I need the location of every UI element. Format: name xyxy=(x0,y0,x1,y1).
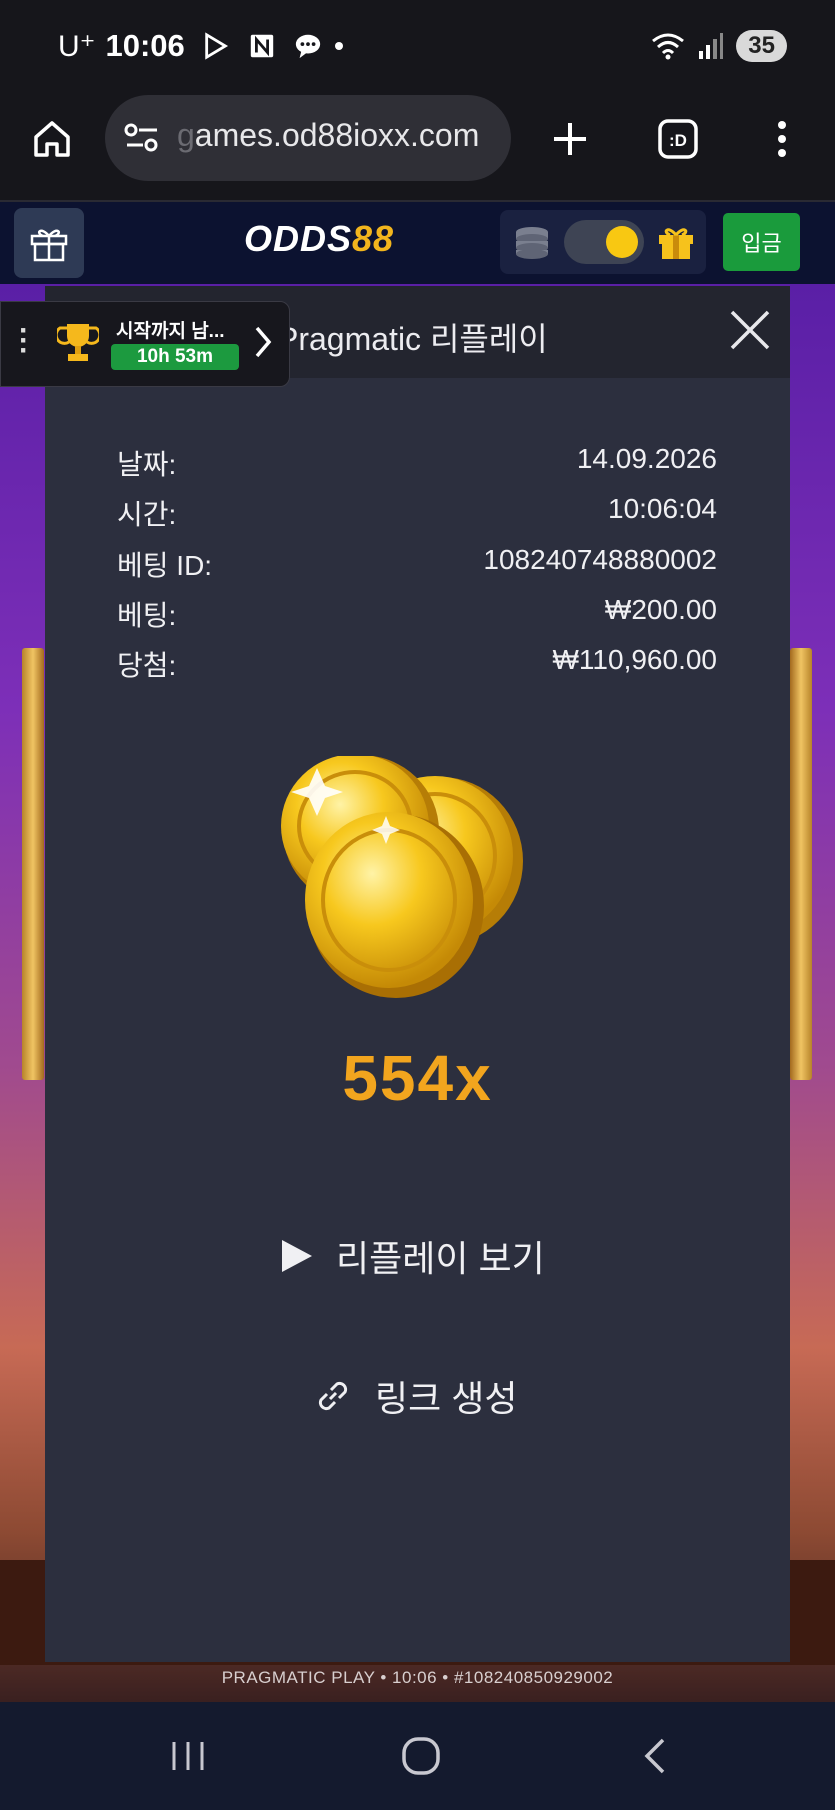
home-icon xyxy=(34,121,70,157)
time-label: 시간: xyxy=(117,499,177,530)
n-icon xyxy=(250,34,273,58)
home-circle-icon xyxy=(402,1737,440,1775)
info-row-bet-id: 베팅 ID: 108240748880002 xyxy=(117,544,717,584)
recent-apps-icon xyxy=(172,1742,204,1770)
back-icon xyxy=(644,1738,665,1774)
status-left: U⁺ 10:06 xyxy=(58,28,345,64)
dot-icon xyxy=(334,42,343,50)
coins-stack-icon[interactable] xyxy=(512,224,552,260)
home-nav-button[interactable] xyxy=(397,1732,445,1780)
link-icon xyxy=(318,1381,348,1411)
time-value: 10:06:04 xyxy=(608,493,717,524)
svg-text::D: :D xyxy=(669,131,687,150)
site-logo[interactable]: ODDS88 xyxy=(244,218,394,260)
url-text: games.od88ioxx.com xyxy=(177,117,507,154)
system-nav-bar xyxy=(0,1702,835,1810)
info-row-date: 날짜: 14.09.2026 xyxy=(117,443,717,483)
more-menu-button[interactable] xyxy=(758,115,806,163)
win-multiplier: 554x xyxy=(342,1042,493,1114)
back-nav-button[interactable] xyxy=(630,1732,678,1780)
more-icon xyxy=(778,121,786,157)
home-button[interactable] xyxy=(28,115,76,163)
site-settings-icon[interactable] xyxy=(123,119,161,157)
address-bar[interactable]: games.od88ioxx.com xyxy=(105,95,511,181)
tournament-timer: 10h 53m xyxy=(111,344,239,370)
chat-icon xyxy=(295,34,320,59)
replay-modal: Pragmatic 리플레이 날짜: 14.09.2026 시간: 10:06:… xyxy=(45,286,790,1662)
trophy-icon xyxy=(57,324,99,361)
bet-id-label: 베팅 ID: xyxy=(117,550,213,581)
modal-title: Pragmatic 리플레이 xyxy=(277,321,548,357)
deposit-button[interactable]: 입금 xyxy=(723,213,800,271)
wallet-panel xyxy=(500,210,706,274)
wifi-icon xyxy=(652,33,685,60)
game-reel-frame-right xyxy=(790,648,812,1080)
recent-apps-button[interactable] xyxy=(164,1732,212,1780)
url-faded-part: g xyxy=(177,117,195,153)
new-tab-button[interactable] xyxy=(546,115,594,163)
new-tab-icon xyxy=(554,123,586,155)
gold-coins-icon xyxy=(281,756,523,998)
logo-main: ODDS xyxy=(244,218,353,259)
play-icon xyxy=(282,1240,312,1272)
win-value: ₩110,960.00 xyxy=(552,644,718,675)
drag-handle-icon[interactable]: · · · xyxy=(19,316,29,366)
watch-replay-label: 리플레이 보기 xyxy=(336,1238,545,1279)
gift-outline-icon xyxy=(30,229,68,262)
chevron-right-icon[interactable] xyxy=(253,324,273,360)
status-bar: U⁺ 10:06 35 xyxy=(0,0,835,95)
info-row-win: 당첨: ₩110,960.00 xyxy=(117,644,717,684)
game-reel-frame-left xyxy=(22,648,44,1080)
tab-switcher-button[interactable]: :D xyxy=(654,115,702,163)
balance-toggle[interactable] xyxy=(564,220,644,264)
info-row-bet: 베팅: ₩200.00 xyxy=(117,594,717,634)
info-row-time: 시간: 10:06:04 xyxy=(117,493,717,533)
create-link-label: 링크 생성 xyxy=(375,1378,518,1419)
tournament-title: 시작까지 남... xyxy=(116,321,225,342)
game-footer-text: PRAGMATIC PLAY • 10:06 • #10824085092900… xyxy=(221,1668,614,1687)
tournament-widget[interactable]: · · · 시작까지 남... 10h 53m xyxy=(0,301,290,387)
play-store-icon xyxy=(205,32,228,60)
browser-toolbar: games.od88ioxx.com :D xyxy=(0,95,835,202)
site-header: ODDS88 입금 xyxy=(0,202,835,284)
signal-icon xyxy=(699,33,724,59)
url-main-part: ames.od88ioxx.com xyxy=(194,117,480,153)
carrier-label: U⁺ xyxy=(58,29,96,63)
gift-icon[interactable] xyxy=(656,222,696,262)
bet-value: ₩200.00 xyxy=(604,594,717,625)
date-label: 날짜: xyxy=(117,449,177,480)
toggle-knob xyxy=(606,226,638,258)
create-link-button[interactable]: 링크 생성 xyxy=(313,1366,517,1426)
logo-accent: 88 xyxy=(352,218,395,259)
bet-label: 베팅: xyxy=(117,600,177,631)
battery-indicator: 35 xyxy=(736,30,787,62)
clock: 10:06 xyxy=(105,28,185,63)
tab-switcher-icon: :D xyxy=(658,119,698,159)
watch-replay-button[interactable]: 리플레이 보기 xyxy=(280,1226,545,1286)
close-icon[interactable] xyxy=(728,308,772,352)
win-label: 당첨: xyxy=(117,650,177,681)
date-value: 14.09.2026 xyxy=(576,443,717,474)
promotions-button[interactable] xyxy=(14,208,84,278)
status-right: 35 xyxy=(650,30,787,62)
bet-id-value: 108240748880002 xyxy=(483,544,717,575)
